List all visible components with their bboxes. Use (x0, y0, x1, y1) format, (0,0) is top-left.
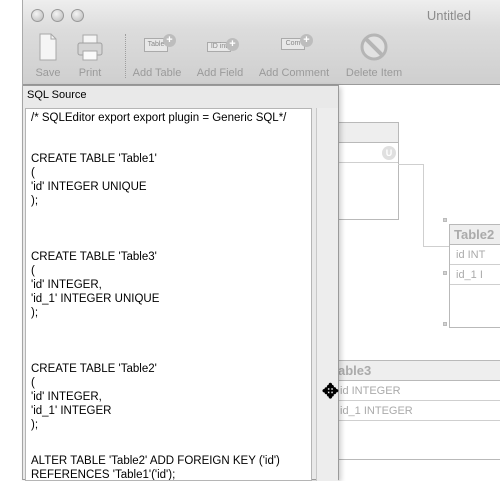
window-title: Untitled (426, 8, 471, 23)
table1-entity[interactable]: U (333, 122, 399, 220)
relation-line (398, 164, 424, 165)
plus-icon: + (163, 34, 176, 47)
relation-line (423, 164, 424, 246)
sql-line: ALTER TABLE 'Table2' ADD FOREIGN KEY ('i… (31, 455, 280, 467)
relation-line (423, 246, 451, 247)
table3-row[interactable]: id INTEGER (334, 381, 500, 401)
add-comment-button[interactable]: Com + Add Comment (256, 32, 332, 82)
sql-line: 'id' INTEGER, (31, 391, 102, 403)
add-comment-icon: Com + (256, 32, 332, 64)
sql-line: 'id' INTEGER UNIQUE (31, 181, 147, 193)
print-label: Print (78, 67, 102, 79)
title-bar: Untitled (23, 0, 500, 30)
save-button[interactable]: Save (33, 32, 63, 82)
add-field-icon: ID int + (194, 32, 246, 64)
table2-entity[interactable]: Table2 id INT id_1 I (449, 224, 500, 328)
resize-handle[interactable] (443, 322, 447, 326)
sql-source-textarea[interactable]: /* SQLEditor export export plugin = Gene… (25, 108, 312, 481)
toolbar: Save Print Table + Add Table ID int + Ad… (23, 30, 500, 85)
sql-line: ); (31, 419, 39, 431)
close-window-button[interactable] (31, 9, 44, 22)
table1-header (334, 123, 398, 143)
sql-line: ( (31, 377, 35, 389)
sql-line: ); (31, 307, 39, 319)
sql-line: CREATE TABLE 'Table2' (31, 363, 157, 375)
resize-handle[interactable] (443, 218, 447, 222)
add-table-label: Add Table (132, 67, 182, 79)
zoom-window-button[interactable] (71, 9, 84, 22)
sql-line: 'id' INTEGER, (31, 279, 102, 291)
table3-entity[interactable]: able3 id INTEGER id_1 INTEGER (333, 360, 500, 460)
app-window: Untitled Save Print Table + Add Table ID… (22, 0, 500, 481)
table2-row[interactable]: id INT (450, 245, 500, 265)
table1-row-id[interactable]: U (334, 143, 398, 163)
table2-header: Table2 (450, 225, 500, 245)
sql-source-title: SQL Source (27, 89, 87, 101)
delete-item-label: Delete Item (345, 67, 403, 79)
add-comment-label: Add Comment (258, 67, 330, 79)
sql-source-panel: SQL Source /* SQLEditor export export pl… (23, 85, 339, 481)
no-entry-icon (343, 32, 405, 64)
document-icon (33, 32, 63, 64)
printer-icon (75, 32, 105, 64)
sql-line: ); (31, 195, 39, 207)
sql-line: 'id_1' INTEGER (31, 405, 112, 417)
sql-line: CREATE TABLE 'Table1' (31, 153, 157, 165)
plus-icon: + (300, 34, 313, 47)
table3-header: able3 (334, 361, 500, 381)
add-field-button[interactable]: ID int + Add Field (194, 32, 246, 82)
add-table-button[interactable]: Table + Add Table (129, 32, 185, 82)
resize-cursor-icon: ✥ (322, 381, 339, 403)
save-label: Save (35, 67, 61, 79)
sql-line: ( (31, 167, 35, 179)
sql-line: ( (31, 265, 35, 277)
sql-line: REFERENCES 'Table1'('id'); (31, 469, 176, 481)
sql-line: /* SQLEditor export export plugin = Gene… (31, 112, 287, 124)
delete-item-button[interactable]: Delete Item (343, 32, 405, 82)
minimize-window-button[interactable] (51, 9, 64, 22)
sql-line: CREATE TABLE 'Table3' (31, 251, 157, 263)
unique-key-icon: U (382, 146, 396, 160)
sql-line: 'id_1' INTEGER UNIQUE (31, 293, 160, 305)
add-field-label: Add Field (196, 67, 244, 79)
table2-row[interactable]: id_1 I (450, 265, 500, 285)
add-table-icon: Table + (129, 32, 185, 64)
plus-icon: + (226, 38, 239, 51)
toolbar-separator (125, 34, 126, 78)
resize-handle[interactable] (443, 271, 447, 275)
print-button[interactable]: Print (75, 32, 105, 82)
table3-row[interactable]: id_1 INTEGER (334, 401, 500, 421)
vertical-scrollbar[interactable] (316, 108, 338, 481)
